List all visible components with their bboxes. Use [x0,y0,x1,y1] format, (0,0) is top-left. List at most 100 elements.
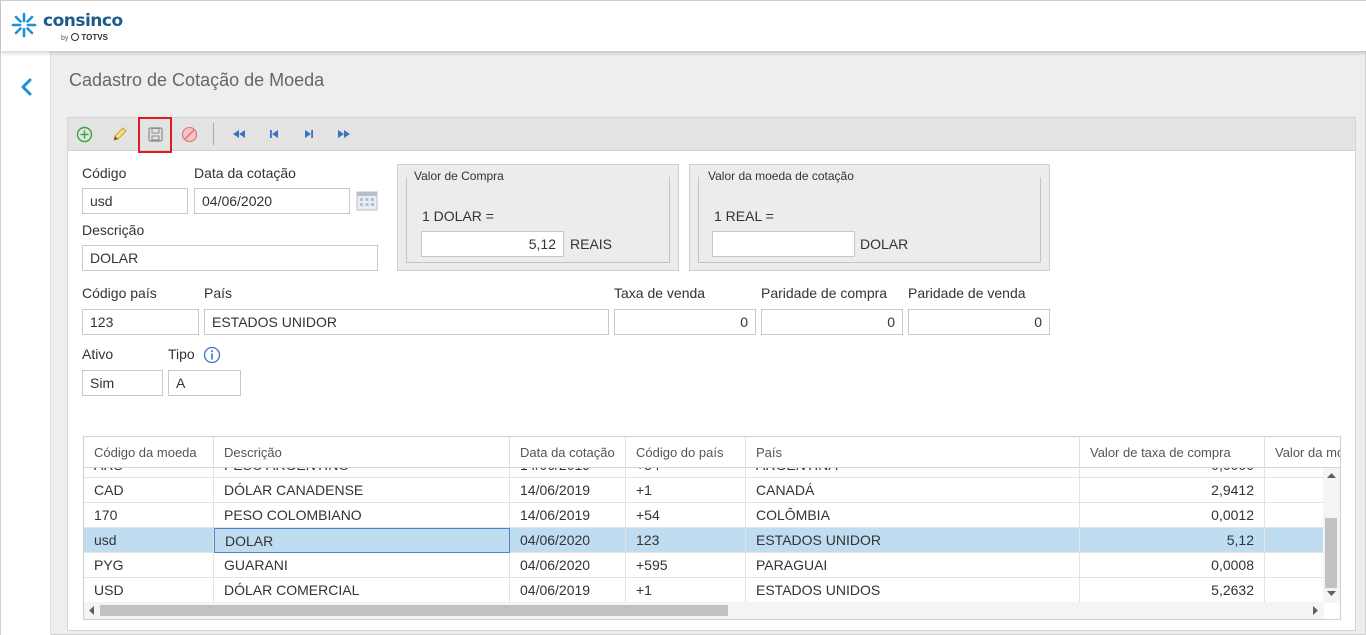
cell-country-code: +1 [626,578,746,603]
last-icon [338,130,350,138]
cell-date: 14/06/2019 [510,478,626,503]
tipo-label: Tipo [168,346,195,362]
cell-desc: PESO ARGENTINO [214,468,510,478]
col-valor-moeda[interactable]: Valor da mo [1265,437,1340,468]
grid-header: Código da moeda Descrição Data da cotaçã… [84,437,1340,468]
cell-code: PYG [84,553,214,578]
table-row[interactable]: USD DÓLAR COMERCIAL 04/06/2019 +1 ESTADOS UN… [84,578,1324,603]
next-icon [305,130,313,138]
pais-label: País [204,285,233,301]
last-record-button[interactable] [334,124,354,144]
ativo-input[interactable]: Sim [82,370,163,396]
top-bar: consinco by TOTVS [1,1,1366,51]
cell-rate: 5,12 [1080,528,1265,553]
paridade-compra-label: Paridade de compra [761,285,888,301]
info-icon[interactable] [203,346,221,364]
valor-moeda-prefix: 1 REAL = [714,208,774,224]
totvs-icon [71,33,80,41]
cell-country: PARAGUAI [746,553,1080,578]
valor-compra-input[interactable]: 5,12 [421,231,564,257]
scroll-right-icon[interactable] [1312,606,1319,615]
toolbar [68,117,1355,153]
cell-desc: PESO COLOMBIANO [214,503,510,528]
horizontal-scroll-thumb[interactable] [100,605,728,616]
logo-text: consinco [43,11,123,31]
data-cotacao-input[interactable]: 04/06/2020 [194,188,350,214]
scroll-left-icon[interactable] [88,606,95,615]
scroll-up-icon[interactable] [1327,472,1336,479]
cancel-icon [181,126,197,142]
save-button-highlight [138,117,172,153]
left-nav [1,51,51,635]
codigo-label: Código [82,165,127,181]
cell-country: ARGENTINA [746,468,1080,478]
table-row[interactable]: PYG GUARANI 04/06/2020 +595 PARAGUAI 0,0008 [84,553,1324,578]
cell-date: 04/06/2019 [510,578,626,603]
col-descricao[interactable]: Descrição [214,437,510,468]
cell-country-code: +595 [626,553,746,578]
col-data-cotacao[interactable]: Data da cotação [510,437,626,468]
col-codigo-moeda[interactable]: Código da moeda [84,437,214,468]
first-record-button[interactable] [229,124,249,144]
cell-extra [1265,468,1324,478]
paridade-compra-input[interactable]: 0 [761,309,903,335]
calendar-icon[interactable] [356,189,378,211]
cell-code: 170 [84,503,214,528]
back-chevron-icon[interactable] [17,77,37,97]
add-icon [76,126,92,142]
valor-moeda-suffix: DOLAR [860,236,909,252]
cell-code: CAD [84,478,214,503]
edit-icon [112,126,127,141]
codigo-input[interactable]: usd [82,188,188,214]
cell-country-code: +54 [626,503,746,528]
table-row[interactable]: 170 PESO COLOMBIANO 14/06/2019 +54 COLÔMBIA 0… [84,503,1324,528]
currency-grid: Código da moeda Descrição Data da cotaçã… [83,436,1341,620]
first-icon [233,130,245,138]
vertical-scroll-thumb[interactable] [1325,518,1337,588]
valor-compra-suffix: REAIS [570,236,613,252]
page-title: Cadastro de Cotação de Moeda [69,70,325,90]
col-pais[interactable]: País [746,437,1080,468]
table-row[interactable]: ARS PESO ARGENTINO 14/06/2019 +54 ARGENT… [84,468,1324,478]
codigo-pais-input[interactable]: 123 [82,309,199,335]
cell-rate: 0,0008 [1080,553,1265,578]
grid-body: ARS PESO ARGENTINO 14/06/2019 +54 ARGENT… [84,468,1324,603]
table-row[interactable]: CAD DÓLAR CANADENSE 14/06/2019 +1 CANADÁ 2,94… [84,478,1324,503]
cell-country-code: +54 [626,468,746,478]
table-row[interactable]: usd DOLAR 04/06/2020 123 ESTADOS UNIDOR 5,12 [84,528,1324,553]
cell-rate: 0,0000 [1080,468,1265,478]
edit-button[interactable] [109,124,129,144]
cell-country: CANADÁ [746,478,1080,503]
cell-code: USD [84,578,214,603]
taxa-venda-input[interactable]: 0 [614,309,756,335]
cell-desc: DÓLAR COMERCIAL [214,578,510,603]
next-record-button[interactable] [299,124,319,144]
descricao-input[interactable]: DOLAR [82,245,378,271]
cell-rate: 5,2632 [1080,578,1265,603]
paridade-venda-label: Paridade de venda [908,285,1026,301]
vertical-scrollbar[interactable] [1323,468,1340,603]
cell-rate: 2,9412 [1080,478,1265,503]
codigo-pais-label: Código país [82,285,157,301]
valor-compra-group: Valor de Compra 1 DOLAR = 5,12 REAIS [397,164,679,271]
cell-extra [1265,503,1324,528]
toolbar-separator [213,123,214,145]
col-codigo-pais[interactable]: Código do país [626,437,746,468]
logo-by: by TOTVS [61,33,108,42]
horizontal-scrollbar[interactable] [84,602,1324,619]
cell-rate: 0,0012 [1080,503,1265,528]
valor-moeda-input[interactable] [712,231,855,257]
cell-desc: DÓLAR CANADENSE [214,478,510,503]
add-button[interactable] [74,124,94,144]
cell-extra [1265,578,1324,603]
cell-date: 14/06/2019 [510,468,626,478]
scroll-down-icon[interactable] [1327,590,1336,597]
pais-input[interactable]: ESTADOS UNIDOR [204,309,609,335]
cell-desc: DOLAR [214,528,510,553]
paridade-venda-input[interactable]: 0 [908,309,1050,335]
tipo-input[interactable]: A [168,370,241,396]
previous-record-button[interactable] [264,124,284,144]
col-valor-taxa-compra[interactable]: Valor de taxa de compra [1080,437,1265,468]
cell-code: ARS [84,468,214,478]
cancel-button[interactable] [179,124,199,144]
